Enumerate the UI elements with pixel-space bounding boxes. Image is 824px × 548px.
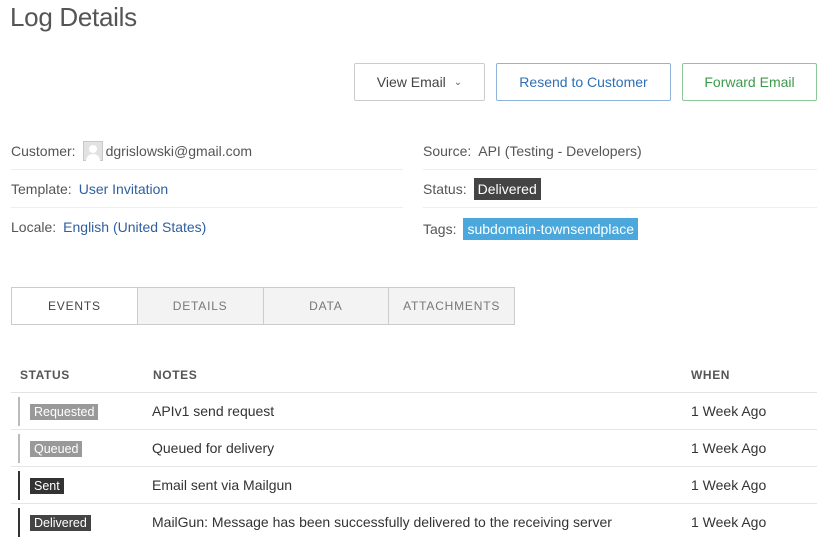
event-when: 1 Week Ago [691, 403, 767, 419]
notes-column-header: NOTES [153, 368, 198, 382]
view-email-label: View Email [376, 74, 446, 90]
table-row: Delivered MailGun: Message has been succ… [11, 504, 817, 541]
template-label: Template: [11, 181, 72, 197]
status-badge: Delivered [30, 515, 91, 531]
locale-label: Locale: [11, 218, 57, 235]
status-badge: Sent [30, 478, 64, 494]
status-bar [18, 434, 20, 463]
when-column-header: WHEN [691, 368, 731, 382]
template-row: Template: User Invitation [11, 171, 403, 208]
table-row: Requested APIv1 send request 1 Week Ago [11, 393, 817, 430]
status-badge: Requested [30, 404, 99, 420]
customer-label: Customer: [11, 143, 76, 159]
table-row: Queued Queued for delivery 1 Week Ago [11, 430, 817, 467]
template-link[interactable]: User Invitation [79, 181, 168, 197]
event-note: Queued for delivery [152, 440, 275, 456]
table-row: Sent Email sent via Mailgun 1 Week Ago [11, 467, 817, 504]
source-label: Source: [423, 143, 472, 159]
status-badge: Queued [30, 441, 83, 457]
chevron-down-icon: ⌄ [453, 76, 463, 88]
page-title: Log Details [10, 2, 137, 32]
status-column-header: STATUS [20, 368, 70, 382]
tab-attachments[interactable]: ATTACHMENTS [388, 288, 514, 324]
events-table-header: STATUS NOTES WHEN [11, 356, 817, 393]
status-bar [18, 508, 20, 537]
source-value: API (Testing - Developers) [478, 143, 642, 159]
avatar [82, 141, 103, 162]
customer-row: Customer: dgrislowski@gmail.com [11, 133, 403, 170]
source-row: Source: API (Testing - Developers) [423, 133, 817, 170]
event-when: 1 Week Ago [691, 514, 767, 530]
resend-to-customer-button[interactable]: Resend to Customer [496, 63, 671, 101]
event-when: 1 Week Ago [691, 477, 767, 493]
locale-link[interactable]: English (United States) [63, 219, 206, 235]
tab-details[interactable]: DETAILS [136, 288, 263, 324]
status-row: Status: Delivered [423, 171, 817, 208]
event-note: MailGun: Message has been successfully d… [152, 514, 612, 530]
view-email-button[interactable]: View Email ⌄ [354, 63, 485, 101]
status-badge: Delivered [473, 178, 541, 200]
tab-data[interactable]: DATA [262, 288, 389, 324]
forward-email-button[interactable]: Forward Email [682, 63, 817, 101]
locale-row: Locale: English (United States) [11, 208, 403, 245]
tab-events[interactable]: EVENTS [12, 288, 137, 324]
tag-badge[interactable]: subdomain-townsendplace [463, 217, 639, 240]
status-label: Status: [423, 181, 467, 197]
event-when: 1 Week Ago [691, 440, 767, 456]
tags-label: Tags: [423, 220, 457, 237]
status-bar [18, 397, 20, 426]
customer-email: dgrislowski@gmail.com [105, 143, 253, 159]
event-note: Email sent via Mailgun [152, 477, 293, 493]
event-note: APIv1 send request [152, 403, 275, 419]
tags-row: Tags: subdomain-townsendplace [423, 210, 817, 247]
status-bar [18, 471, 20, 500]
tab-bar: EVENTS DETAILS DATA ATTACHMENTS [11, 287, 515, 325]
